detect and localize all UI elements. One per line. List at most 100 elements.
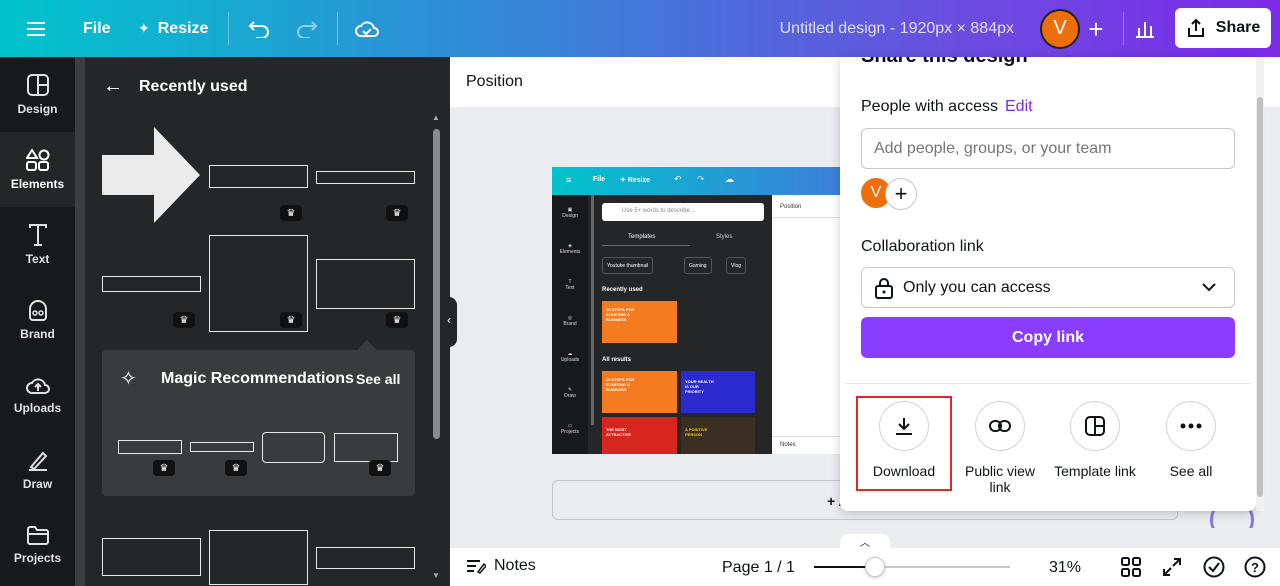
crown-icon: ♛ [280, 312, 302, 328]
grid-view-icon[interactable] [1121, 557, 1141, 577]
share-panel-scrollbar[interactable] [1256, 57, 1264, 511]
insights-button[interactable] [1125, 0, 1165, 57]
zoom-value[interactable]: 31% [1049, 559, 1081, 577]
chevron-left-icon: ‹ [447, 313, 451, 327]
see-all-option[interactable]: See all [1143, 401, 1239, 479]
preview-file: File [593, 176, 606, 183]
preview-rail: ▣ Design ◈ Elements T Text ◎ Brand ☁ Uploads … [552, 195, 588, 454]
copy-link-button[interactable]: Copy link [861, 317, 1235, 358]
rectangle-shape[interactable] [316, 171, 415, 184]
edit-access-link[interactable]: Edit [1005, 98, 1033, 116]
rectangle-shape[interactable] [102, 538, 201, 576]
access-level-dropdown[interactable]: Only you can access [861, 267, 1235, 308]
design-preview-image[interactable]: ≡ File ✦ Resize ↶ ↷ ☁ ▣ Design ◈ Elements … [552, 167, 840, 454]
rounded-rectangle-shape[interactable] [262, 432, 325, 463]
panel-header: ← Recently used [103, 75, 247, 98]
cloud-save-icon[interactable] [355, 0, 379, 57]
rectangle-shape[interactable] [209, 165, 308, 188]
download-highlight-box [856, 396, 952, 491]
crown-icon: ♛ [173, 312, 195, 328]
rectangle-shape[interactable] [334, 433, 398, 462]
help-icon[interactable]: ? [1244, 556, 1266, 578]
uploads-icon [25, 377, 50, 394]
elements-panel: ← Recently used ♛ ♛ ♛ ♛ ♛ ✧ Magic Recomm… [75, 57, 457, 586]
magic-recommendations-card: ✧ Magic Recommendations See all ♛ ♛ ♛ [102, 350, 415, 496]
design-title[interactable]: Untitled design - 1920px × 884px [780, 0, 1014, 57]
notes-button[interactable]: Notes [466, 557, 536, 575]
divider [337, 12, 338, 45]
panel-title: Recently used [139, 77, 248, 95]
rail-item-design[interactable]: Design [0, 57, 75, 132]
elements-icon [25, 148, 49, 171]
rail-item-text[interactable]: Text [0, 207, 75, 282]
add-collaborator-button[interactable]: + [1076, 0, 1116, 57]
crown-icon: ♛ [153, 460, 175, 476]
brand-icon [28, 299, 47, 321]
add-person-button[interactable]: + [885, 178, 917, 210]
panel-scrollbar[interactable]: ▲ ▼ [430, 113, 442, 583]
fullscreen-icon[interactable] [1162, 557, 1182, 577]
user-avatar[interactable]: V [1040, 0, 1080, 57]
rail-item-projects[interactable]: Projects [0, 507, 75, 582]
arrow-shape[interactable] [102, 127, 202, 227]
redo-icon[interactable] [296, 0, 318, 57]
share-button[interactable]: Share [1175, 8, 1271, 48]
divider [228, 12, 229, 45]
collapse-bottom-handle[interactable]: ︿ [840, 534, 890, 549]
svg-text:?: ? [1251, 560, 1259, 575]
rectangle-shape[interactable] [209, 530, 308, 585]
notes-icon [467, 560, 486, 574]
rectangle-shape[interactable] [190, 442, 254, 452]
resize-button[interactable]: ✦ Resize [138, 0, 208, 57]
design-icon [26, 73, 49, 96]
divider [1123, 12, 1124, 45]
chevron-down-icon [1202, 283, 1216, 292]
crown-icon: ♛ [369, 460, 391, 476]
sparkle-icon: ✦ [138, 20, 150, 36]
bar-chart-icon [1125, 9, 1165, 49]
divider [845, 383, 1251, 384]
crown-icon: ♛ [280, 205, 302, 221]
back-arrow-icon[interactable]: ← [103, 75, 123, 98]
zoom-slider[interactable] [814, 557, 1010, 577]
rectangle-shape[interactable] [118, 440, 182, 454]
rectangle-shape[interactable] [316, 259, 415, 309]
more-icon [1180, 423, 1202, 429]
collaboration-link-label: Collaboration link [861, 238, 984, 255]
preview-resize: ✦ Resize [620, 177, 650, 184]
side-rail: Design Elements Text Brand Uploads Draw … [0, 57, 75, 586]
preview-panel: Use 5+ words to describe... Templates St… [588, 195, 772, 454]
crown-icon: ♛ [225, 460, 247, 476]
hamburger-menu-icon[interactable] [27, 0, 47, 57]
undo-icon[interactable] [248, 0, 270, 57]
add-people-input[interactable] [861, 128, 1235, 169]
preview-topbar: ≡ File ✦ Resize ↶ ↷ ☁ [552, 167, 840, 195]
preview-thumb: 10 STEPS FOR STARTING A BUSINESS [602, 301, 677, 343]
rail-item-uploads[interactable]: Uploads [0, 357, 75, 432]
template-icon [1085, 416, 1105, 436]
public-view-link-option[interactable]: Public view link [952, 401, 1048, 495]
zoom-slider-thumb[interactable] [864, 557, 885, 577]
rail-item-brand[interactable]: Brand [0, 282, 75, 357]
check-circle-icon[interactable] [1203, 556, 1225, 578]
panel-left-scrollbar[interactable] [75, 57, 85, 586]
projects-icon [26, 525, 49, 545]
bottom-bar: Notes Page 1 / 1 31% ? [450, 548, 1280, 586]
position-button[interactable]: Position [466, 73, 523, 91]
share-upload-icon [1187, 18, 1204, 37]
scrollbar-thumb[interactable] [433, 129, 440, 439]
magic-see-all-link[interactable]: See all [356, 371, 400, 387]
file-menu-button[interactable]: File [83, 0, 111, 57]
rail-item-draw[interactable]: Draw [0, 432, 75, 507]
template-link-option[interactable]: Template link [1047, 401, 1143, 479]
magic-title: Magic Recommendations [161, 370, 354, 387]
rectangle-shape[interactable] [102, 276, 201, 292]
crown-icon: ♛ [386, 205, 408, 221]
page-indicator[interactable]: Page 1 / 1 [722, 559, 795, 577]
rectangle-shape[interactable] [316, 547, 415, 569]
rail-item-elements[interactable]: Elements [0, 132, 75, 207]
link-icon [989, 420, 1011, 432]
top-bar: File ✦ Resize Untitled design - 1920px ×… [0, 0, 1280, 57]
plus-icon: + [1088, 13, 1104, 44]
collapse-panel-handle[interactable]: ‹ [445, 297, 457, 347]
